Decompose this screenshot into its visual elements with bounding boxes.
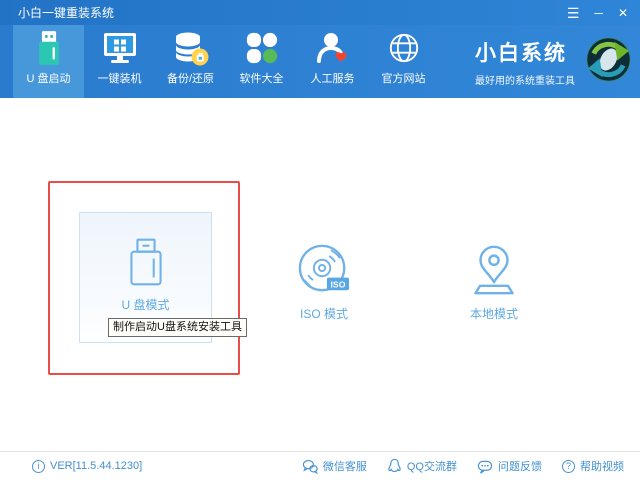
local-mode-label: 本地模式 [470, 305, 518, 322]
iso-mode-label: ISO 模式 [300, 305, 348, 322]
close-icon[interactable]: ✕ [618, 7, 628, 19]
feedback-link[interactable]: 问题反馈 [477, 458, 542, 474]
brand-logo-icon [585, 36, 632, 88]
help-icon: ? [562, 460, 575, 473]
wechat-icon [302, 459, 318, 474]
nav-item-label: 一键装机 [98, 70, 142, 86]
nav-item-label: 官方网站 [382, 70, 426, 86]
iso-disc-icon: ISO [297, 242, 351, 296]
minimize-icon[interactable]: ─ [594, 7, 603, 19]
menu-icon[interactable]: ☰ [567, 6, 580, 20]
content-area: U 盘模式 制作启动U盘系统安装工具 ISO ISO 模式 [0, 98, 640, 451]
nav-item-usb-boot[interactable]: U 盘启动 [13, 25, 84, 98]
brand-text: 小白系统 最好用的系统重装工具 [475, 37, 575, 87]
local-mode-tile[interactable]: 本地模式 [452, 244, 536, 322]
nav-item-backup-restore[interactable]: 备份/还原 [155, 25, 226, 98]
brand-area: 小白系统 最好用的系统重装工具 [475, 25, 632, 98]
backup-disks-icon [173, 30, 209, 66]
app-window: 小白一键重装系统 ☰ ─ ✕ U 盘启动 [0, 0, 640, 480]
title-bar: 小白一键重装系统 ☰ ─ ✕ [0, 0, 640, 25]
usb-outline-icon [128, 237, 164, 287]
nav-item-one-key-install[interactable]: 一键装机 [84, 25, 155, 98]
info-icon: i [32, 460, 45, 473]
window-controls: ☰ ─ ✕ [567, 0, 628, 25]
qq-group-link[interactable]: QQ交流群 [387, 458, 457, 474]
customer-service-icon [315, 30, 351, 66]
nav-item-label: 软件大全 [240, 70, 284, 86]
location-pin-icon [468, 244, 520, 296]
qq-icon [387, 458, 402, 474]
brand-name: 小白系统 [475, 37, 575, 67]
nav-item-customer-service[interactable]: 人工服务 [297, 25, 368, 98]
usb-drive-icon [31, 30, 67, 66]
usb-mode-label: U 盘模式 [121, 296, 169, 313]
status-links: 微信客服 QQ交流群 问题反馈 ? 帮助视 [302, 458, 624, 474]
nav-item-official-website[interactable]: 官方网站 [368, 25, 439, 98]
software-clover-icon [244, 30, 280, 66]
svg-text:ISO: ISO [331, 279, 346, 289]
help-videos-link[interactable]: ? 帮助视频 [562, 458, 624, 474]
brand-tagline: 最好用的系统重装工具 [475, 72, 575, 87]
nav-item-label: U 盘启动 [27, 70, 71, 86]
nav-item-label: 人工服务 [311, 70, 355, 86]
nav-item-label: 备份/还原 [167, 70, 214, 86]
iso-mode-tile[interactable]: ISO ISO 模式 [282, 242, 366, 322]
wechat-support-link[interactable]: 微信客服 [302, 458, 367, 474]
version-info: i VER[11.5.44.1230] [32, 460, 142, 473]
version-text: VER[11.5.44.1230] [50, 460, 142, 472]
usb-mode-tooltip: 制作启动U盘系统安装工具 [108, 318, 247, 337]
globe-icon [386, 30, 422, 66]
nav-item-software-collection[interactable]: 软件大全 [226, 25, 297, 98]
status-bar: i VER[11.5.44.1230] 微信客服 QQ交流群 [0, 451, 640, 480]
window-title: 小白一键重装系统 [18, 4, 114, 21]
feedback-bubble-icon [477, 459, 493, 474]
monitor-windows-icon [102, 30, 138, 66]
